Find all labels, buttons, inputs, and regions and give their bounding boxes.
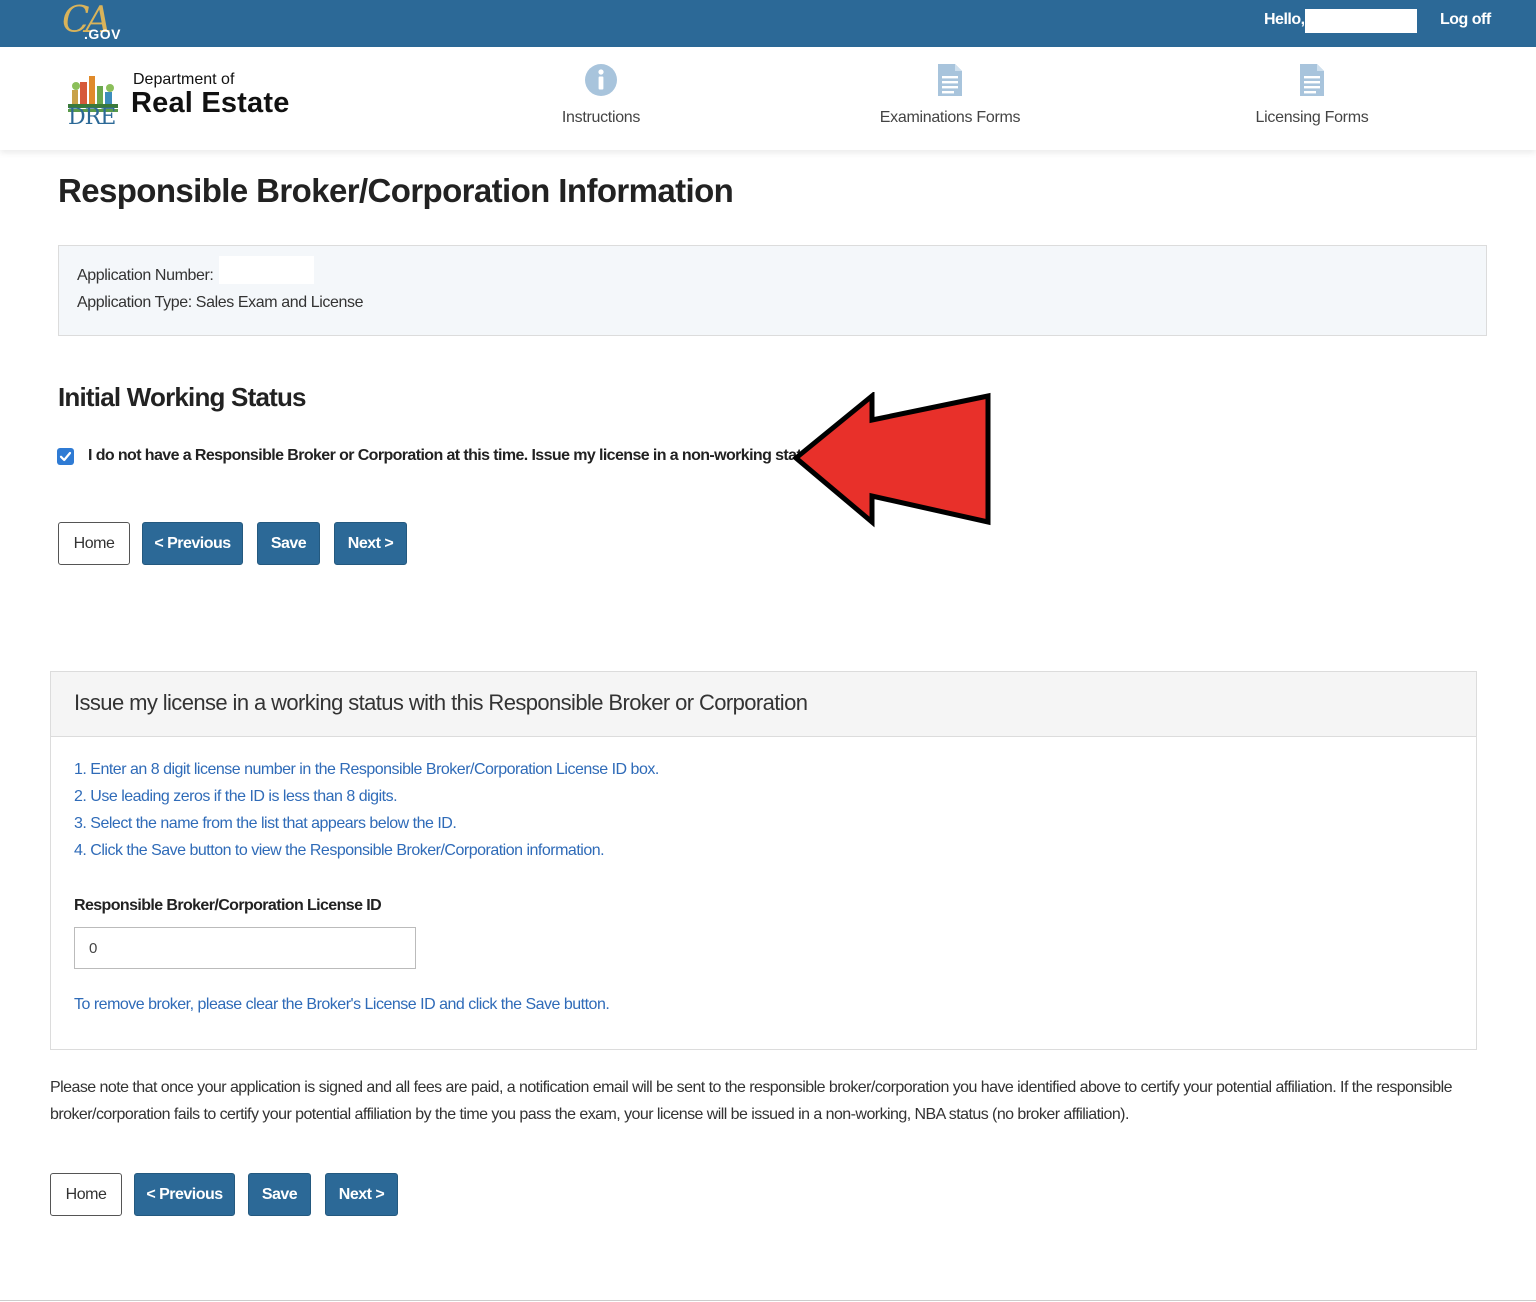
instruction-item: 1. Enter an 8 digit license number in th… bbox=[74, 761, 659, 778]
red-arrow-annotation-icon bbox=[792, 392, 991, 528]
application-number-label: Application Number: bbox=[77, 267, 214, 284]
checkmark-icon bbox=[59, 451, 72, 462]
info-icon bbox=[585, 64, 617, 96]
nav-instructions[interactable]: Instructions bbox=[540, 63, 662, 127]
application-info-box: Application Number: Application Type: Sa… bbox=[58, 245, 1487, 336]
home-button-bottom[interactable]: Home bbox=[50, 1173, 122, 1216]
working-status-panel: Issue my license in a working status wit… bbox=[50, 671, 1477, 1050]
document-icon bbox=[938, 64, 962, 96]
nav-licensing-forms-label: Licensing Forms bbox=[1255, 109, 1369, 126]
real-estate-label: Real Estate bbox=[131, 87, 290, 119]
initial-working-status-heading: Initial Working Status bbox=[58, 382, 307, 412]
nav-instructions-label: Instructions bbox=[561, 109, 641, 126]
instruction-item: 4. Click the Save button to view the Res… bbox=[74, 842, 605, 859]
non-working-status-checkbox[interactable] bbox=[57, 448, 74, 465]
footer-divider bbox=[0, 1300, 1536, 1301]
save-button-top[interactable]: Save bbox=[257, 522, 320, 565]
nav-examinations-forms-label: Examinations Forms bbox=[879, 109, 1021, 126]
save-button-bottom[interactable]: Save bbox=[248, 1173, 311, 1216]
previous-button-top[interactable]: < Previous bbox=[142, 522, 243, 565]
license-id-input[interactable] bbox=[74, 927, 416, 969]
next-button-bottom[interactable]: Next > bbox=[325, 1173, 398, 1216]
hello-greeting: Hello, bbox=[1264, 11, 1305, 28]
instruction-item: 3. Select the name from the list that ap… bbox=[74, 815, 457, 832]
affiliation-note: Please note that once your application i… bbox=[50, 1079, 1453, 1123]
document-icon bbox=[1300, 64, 1324, 96]
gov-logo-text: .GOV bbox=[84, 26, 122, 42]
nav-licensing-forms[interactable]: Licensing Forms bbox=[1246, 63, 1378, 127]
dre-logo-text: DRE bbox=[68, 105, 116, 130]
previous-button-bottom[interactable]: < Previous bbox=[134, 1173, 235, 1216]
ca-gov-logo[interactable]: CA .GOV bbox=[62, 0, 132, 44]
remove-broker-note: To remove broker, please clear the Broke… bbox=[74, 996, 610, 1013]
license-id-label: Responsible Broker/Corporation License I… bbox=[74, 897, 382, 914]
site-header: DRE Department of Real Estate Instructio… bbox=[0, 47, 1536, 150]
nav-examinations-forms[interactable]: Examinations Forms bbox=[874, 63, 1026, 127]
instruction-item: 2. Use leading zeros if the ID is less t… bbox=[74, 788, 398, 805]
home-button-top[interactable]: Home bbox=[58, 522, 130, 565]
application-type-label: Application Type: Sales Exam and License bbox=[77, 294, 364, 311]
panel-title: Issue my license in a working status wit… bbox=[74, 690, 808, 715]
page-title: Responsible Broker/Corporation Informati… bbox=[58, 172, 734, 209]
top-bar: CA .GOV Hello, Log off bbox=[0, 0, 1536, 47]
next-button-top[interactable]: Next > bbox=[334, 522, 407, 565]
non-working-status-label[interactable]: I do not have a Responsible Broker or Co… bbox=[88, 447, 823, 465]
redacted-application-number bbox=[219, 256, 314, 284]
panel-header: Issue my license in a working status wit… bbox=[51, 672, 1476, 737]
redacted-username bbox=[1305, 9, 1417, 33]
logoff-link[interactable]: Log off bbox=[1440, 11, 1491, 29]
